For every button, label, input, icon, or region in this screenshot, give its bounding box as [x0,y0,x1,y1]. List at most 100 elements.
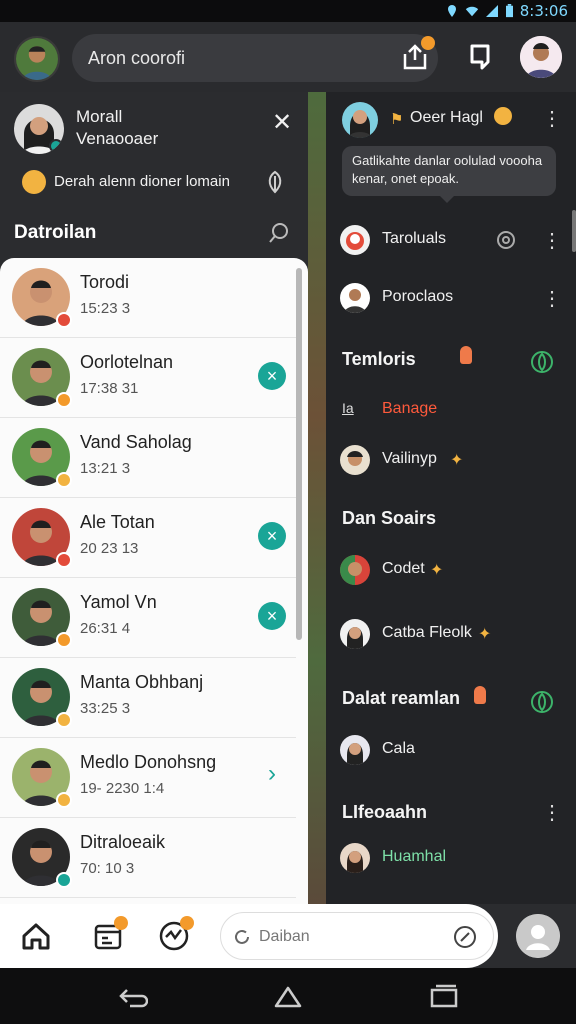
right-row-taroluals[interactable]: Taroluals ⋮ [326,220,576,260]
row-avatar [340,225,370,255]
right-row-vailinyp[interactable]: Vailinyp ✦ [326,440,576,480]
contact-time: 20 23 13 [80,540,139,557]
contact-time: 13:21 3 [80,460,131,477]
compose-icon[interactable] [453,925,477,949]
right-header-avatar [342,102,378,138]
bottom-bar: Daiban [0,904,576,968]
activity-badge [180,916,194,930]
status-text: Derah alenn dioner lomain [54,173,230,190]
dismiss-icon[interactable]: × [258,362,286,390]
contact-name: Ale Totan [80,512,155,532]
background-strip [308,92,326,904]
drawer-profile-avatar[interactable] [14,104,64,154]
contact-row[interactable]: Vand Saholag 13:21 3 [0,418,296,498]
contact-row[interactable]: Torodi 15:23 3 [0,258,296,338]
right-row-codet[interactable]: Codet ✦ [326,550,576,590]
status-badge [56,712,72,728]
more-icon[interactable]: ⋮ [542,228,562,253]
row-avatar [340,619,370,649]
spiral-icon[interactable] [496,230,516,250]
right-row-huamhal[interactable]: Huamhal [326,838,576,878]
contacts-section-title: Datroilan [14,222,97,243]
section-lifeoaahn: LIfeoaahn [342,802,428,822]
search-icon[interactable] [268,222,290,244]
row-label: Codet [382,560,425,577]
status-row[interactable]: Derah alenn dioner lomain [22,170,292,196]
contact-avatar [12,828,72,888]
row-label: Poroclaos [382,288,454,305]
emoji-icon [22,170,46,194]
banage-label: Banage [382,400,438,417]
right-header[interactable]: ⚑ Oeer Hagl ⋮ [326,98,576,138]
right-row-poroclaos[interactable]: Poroclaos ⋮ [326,278,576,318]
right-row-cala[interactable]: Cala [326,730,576,770]
refresh-icon [235,929,249,944]
star-icon: ✦ [478,626,492,643]
contact-avatar [12,668,72,728]
contact-row[interactable]: Ale Totan 20 23 13 × [0,498,296,578]
contact-row[interactable]: Medlo Donohsng 19- 2230 1:4 › [0,738,296,818]
status-bar: 8:3:06 [0,0,576,22]
leaf-icon[interactable] [530,690,554,714]
contact-avatar [12,508,72,568]
contact-row[interactable]: Manta Obhbanj 33:25 3 [0,658,296,738]
contact-name: Medlo Donohsng [80,752,217,772]
system-nav-bar [0,968,576,1024]
contact-avatar [12,348,72,408]
search-bar[interactable]: Aron coorofi [72,34,438,82]
battery-icon [505,4,513,18]
contact-time: 17:38 31 [80,380,139,397]
profile-avatar[interactable] [520,36,562,78]
contact-time: 26:31 4 [80,620,131,637]
more-icon[interactable]: ⋮ [542,286,562,311]
signal-icon [485,5,498,17]
row-avatar [340,735,370,765]
more-icon[interactable]: ⋮ [542,106,562,131]
row-label: Catba Fleolk [382,624,472,641]
back-icon[interactable] [116,984,148,1008]
scrollbar[interactable] [296,268,302,640]
more-icon[interactable]: ⋮ [542,800,562,825]
account-icon[interactable] [516,914,560,958]
row-avatar [340,283,370,313]
banage-prefix: Ia [342,400,354,416]
leaf-icon[interactable] [264,170,286,194]
row-label: Vailinyp [382,450,437,467]
close-icon[interactable]: ✕ [272,108,292,137]
contact-row[interactable]: Oorlotelnan 17:38 31 × [0,338,296,418]
leaf-icon[interactable] [530,350,554,374]
status-badge [56,792,72,808]
user-avatar[interactable] [14,36,60,82]
status-badge [56,472,72,488]
contact-row[interactable]: Yamol Vn 26:31 4 × [0,578,296,658]
right-header-name: Oeer Hagl [410,109,483,126]
contact-time: 15:23 3 [80,300,131,317]
wifi-icon [465,6,478,17]
chat-icon[interactable] [466,42,494,72]
home-nav-icon[interactable] [272,984,304,1008]
right-row-banage[interactable]: Ia Banage [326,390,576,430]
recents-icon[interactable] [428,984,460,1008]
dismiss-icon[interactable]: × [258,522,286,550]
star-icon: ✦ [430,562,444,579]
contact-list: Torodi 15:23 3 Oorlotelnan 17:38 31 × Vand Sa… [0,258,308,904]
home-icon[interactable] [20,920,52,952]
search-text: Aron coorofi [88,48,186,68]
bottom-toolbar: Daiban [0,904,498,968]
status-badge [56,872,72,888]
emoji-icon [494,107,512,125]
bottom-search-placeholder: Daiban [259,928,310,945]
contact-name: Manta Obhbanj [80,672,204,692]
section-dan-soairs: Dan Soairs [342,508,437,528]
contact-avatar [12,428,72,488]
right-row-catba[interactable]: Catba Fleolk ✦ [326,614,576,654]
scrollbar[interactable] [572,210,576,252]
status-badge [56,312,72,328]
contact-row[interactable]: Ditraloeaik 70: 10 3 [0,818,296,898]
bottom-search-input[interactable]: Daiban [220,912,494,960]
dismiss-icon[interactable]: × [258,602,286,630]
chevron-right-icon[interactable]: › [268,760,276,788]
status-badge [56,552,72,568]
row-avatar [340,843,370,873]
contact-avatar [12,588,72,648]
